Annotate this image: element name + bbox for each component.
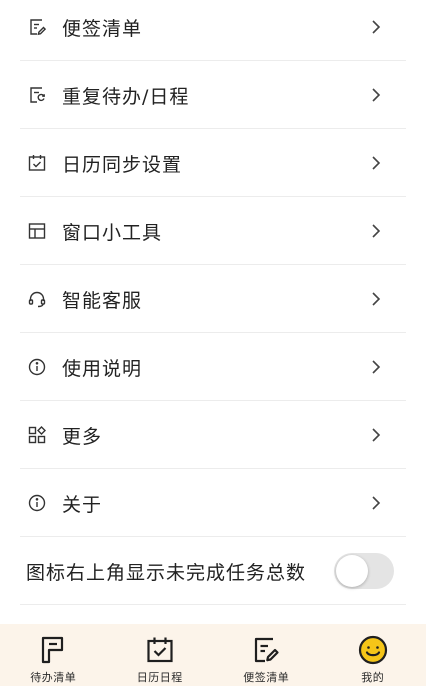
chevron-right-icon [366,17,386,37]
smiley-face-icon [357,634,389,666]
chevron-right-icon [366,221,386,241]
todo-flag-icon [37,634,69,666]
headset-icon [26,288,48,310]
menu-item-label: 日历同步设置 [62,153,183,176]
tab-notes[interactable]: 便签清单 [213,624,320,686]
chevron-right-icon [366,425,386,445]
toggle-knob [336,555,368,587]
chevron-right-icon [366,85,386,105]
menu-item-label: 更多 [62,425,103,448]
chevron-right-icon [366,357,386,377]
calendar-check-icon [26,152,48,174]
menu-item-label: 便签清单 [62,17,143,40]
grid-more-icon [26,424,48,446]
mine-settings-page: 便签清单 重复待办/日程 日历同步设置 窗口小工具 智能客服 使用说明 更多 关… [0,0,426,686]
menu-item-customer-service[interactable]: 智能客服 [20,266,406,333]
menu-item-label: 窗口小工具 [62,221,163,244]
calendar-check-icon [144,634,176,666]
note-edit-icon [26,16,48,38]
tab-label: 便签清单 [243,671,290,684]
menu-item-widgets[interactable]: 窗口小工具 [20,198,406,265]
menu-item-label: 关于 [62,493,103,516]
menu-item-note-list[interactable]: 便签清单 [20,0,406,61]
badge-count-setting: 图标右上角显示未完成任务总数 [20,538,406,605]
badge-count-label: 图标右上角显示未完成任务总数 [26,561,307,584]
chevron-right-icon [366,493,386,513]
repeat-note-icon [26,84,48,106]
menu-item-about[interactable]: 关于 [20,470,406,537]
note-edit-icon [250,634,282,666]
menu-item-label: 使用说明 [62,357,143,380]
tab-label: 日历日程 [136,671,183,684]
menu-item-more[interactable]: 更多 [20,402,406,469]
menu-item-label: 重复待办/日程 [62,85,190,108]
tab-todo-list[interactable]: 待办清单 [0,624,107,686]
chevron-right-icon [366,153,386,173]
menu-item-instructions[interactable]: 使用说明 [20,334,406,401]
menu-item-repeat-todo[interactable]: 重复待办/日程 [20,62,406,129]
tab-label: 待办清单 [30,671,77,684]
chevron-right-icon [366,289,386,309]
tab-calendar[interactable]: 日历日程 [107,624,214,686]
menu-item-label: 智能客服 [62,289,143,312]
widget-layout-icon [26,220,48,242]
badge-count-toggle[interactable] [334,553,394,589]
tab-label: 我的 [361,671,385,684]
menu-item-calendar-sync[interactable]: 日历同步设置 [20,130,406,197]
bottom-tab-bar: 待办清单 日历日程 便签清单 我的 [0,624,426,686]
info-icon [26,356,48,378]
info-icon [26,492,48,514]
tab-mine[interactable]: 我的 [320,624,426,686]
